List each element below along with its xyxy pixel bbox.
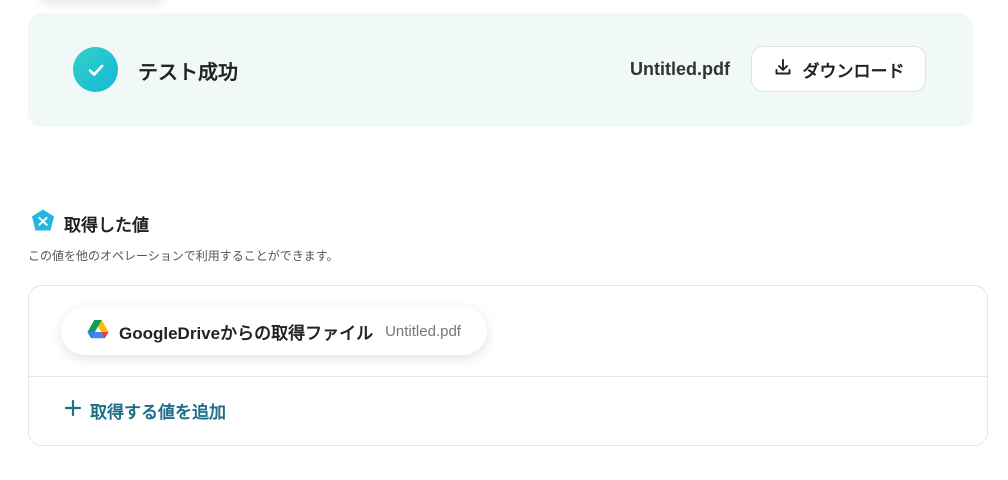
plus-icon [64, 399, 82, 422]
value-name: GoogleDriveからの取得ファイル [119, 323, 374, 343]
download-button[interactable]: ダウンロード [751, 46, 926, 92]
section-header: 取得した値 [30, 208, 149, 239]
google-drive-icon [87, 319, 109, 344]
section-title: 取得した値 [64, 216, 149, 235]
result-filename: Untitled.pdf [630, 59, 730, 79]
acquired-values-box: GoogleDriveからの取得ファイル Untitled.pdf 取得する値を… [28, 285, 988, 446]
test-status-text: テスト成功 [138, 62, 238, 84]
add-value-button[interactable]: 取得する値を追加 [64, 398, 226, 423]
success-check-icon [73, 47, 118, 92]
divider [29, 376, 987, 377]
value-preview: Untitled.pdf [385, 322, 461, 340]
download-icon [773, 57, 793, 82]
value-chip[interactable]: GoogleDriveからの取得ファイル Untitled.pdf [61, 307, 487, 355]
section-description: この値を他のオペレーションで利用することができます。 [28, 249, 339, 263]
add-value-label: 取得する値を追加 [90, 403, 226, 422]
download-button-label: ダウンロード [802, 61, 905, 81]
variable-icon [30, 208, 56, 239]
test-result-panel: テスト成功 Untitled.pdf ダウンロード [28, 13, 973, 127]
